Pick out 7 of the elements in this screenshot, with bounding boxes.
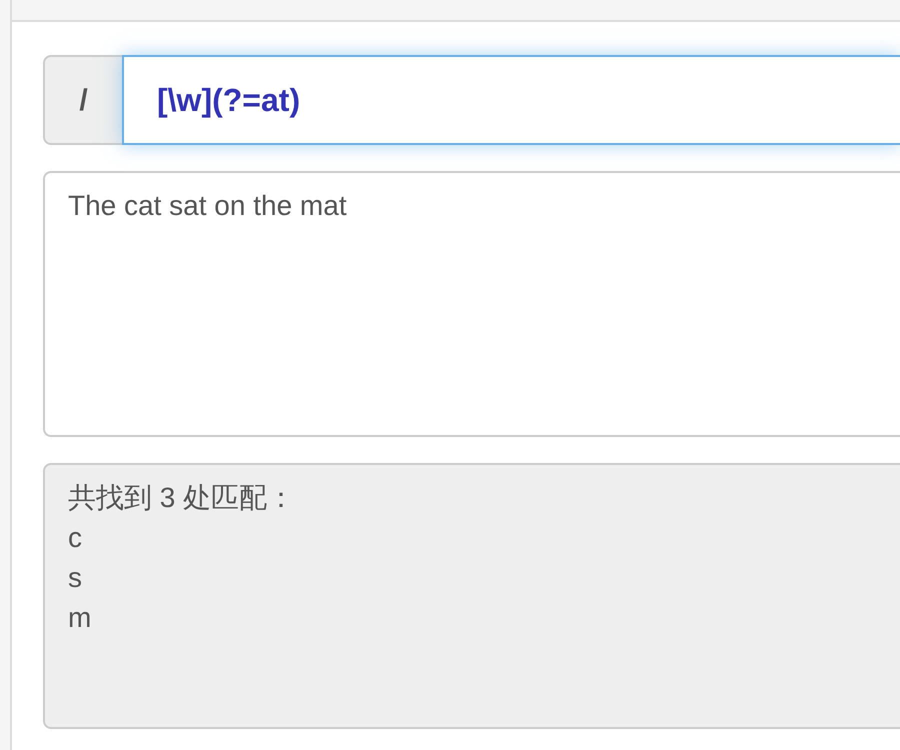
match-item: m <box>68 601 92 635</box>
match-item: s <box>68 561 82 595</box>
match-summary: 共找到 3 处匹配： <box>68 481 296 515</box>
delimiter-addon: / <box>43 55 122 145</box>
match-item: c <box>68 521 82 555</box>
regex-input[interactable]: [\w](?=at) <box>122 55 900 145</box>
test-text-area[interactable]: The cat sat on the mat <box>43 171 900 437</box>
